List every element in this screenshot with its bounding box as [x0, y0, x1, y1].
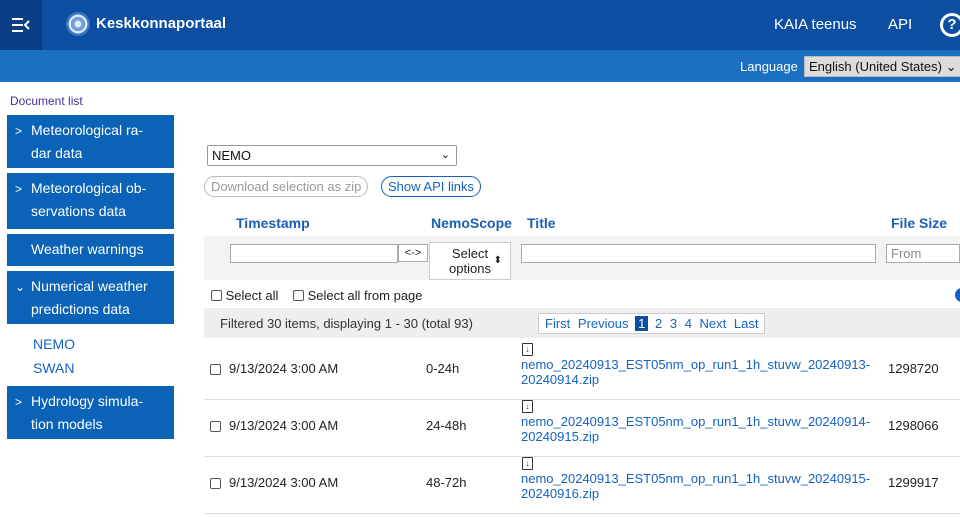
chevron-right-icon: > [15, 182, 23, 196]
select-all[interactable]: Select all [211, 288, 278, 303]
chevron-right-icon: > [15, 124, 23, 138]
file-link[interactable]: nemo_20240913_EST05nm_op_run1_1h_stuvw_2… [521, 357, 891, 387]
row-nemoscope: 48-72h [426, 475, 467, 490]
pager-first[interactable]: First [545, 316, 570, 331]
row-checkbox[interactable] [210, 421, 221, 432]
file-link-line: 20240914.zip [521, 372, 600, 387]
file-link-line: 20240916.zip [521, 486, 600, 501]
row-checkbox[interactable] [210, 364, 221, 375]
menu-collapse-button[interactable] [0, 0, 42, 50]
row-timestamp: 9/13/2024 3:00 AM [229, 361, 339, 376]
pager-next[interactable]: Next [700, 316, 727, 331]
select-page-checkbox[interactable] [293, 290, 304, 301]
language-select[interactable]: English (United States) ⌄ [804, 56, 960, 77]
file-link-line: 20240915.zip [521, 429, 600, 444]
select-page-label: Select all from page [307, 288, 423, 303]
portal-logo[interactable] [66, 12, 90, 36]
app-title[interactable]: Keskkonnaportaal [96, 15, 226, 32]
row-nemoscope: 24-48h [426, 418, 467, 433]
language-bar: Language English (United States) ⌄ [0, 50, 960, 82]
file-download-icon[interactable]: ↓ [522, 457, 533, 470]
chevron-down-icon: ⌄ [15, 280, 26, 294]
table-row: 9/13/2024 3:00 AM 24-48h ↓ nemo_20240913… [204, 400, 960, 457]
timestamp-filter-input[interactable] [230, 244, 398, 263]
row-file-size: 1298720 [888, 361, 939, 376]
sidebar-item-label: Meteorological ob- [31, 180, 147, 196]
chevron-right-icon: > [15, 395, 23, 409]
chevron-down-icon: ⌄ [440, 149, 450, 161]
show-api-links-button[interactable]: Show API links [381, 176, 481, 197]
table-row: 9/13/2024 3:00 AM 48-72h ↓ nemo_20240913… [204, 457, 960, 514]
model-select[interactable]: NEMO ⌄ [207, 145, 457, 166]
sidebar-item-label: Hydrology simula- [31, 393, 144, 409]
pagination: First Previous 1 2 3 4 Next Last [538, 313, 766, 334]
pager-page-current[interactable]: 1 [635, 316, 649, 331]
sidebar-item-observations-data[interactable]: > Meteorological ob- servations data [7, 173, 174, 229]
column-header-timestamp[interactable]: Timestamp [236, 215, 310, 231]
row-checkbox[interactable] [210, 478, 221, 489]
sidebar-item-label: servations data [31, 203, 126, 219]
sidebar-item-label: dar data [31, 145, 83, 161]
filter-status-text: Filtered 30 items, displaying 1 - 30 (to… [220, 316, 473, 331]
file-link-line: nemo_20240913_EST05nm_op_run1_1h_stuvw_2… [521, 471, 871, 486]
menu-collapse-icon [11, 18, 30, 32]
file-download-icon[interactable]: ↓ [522, 343, 533, 356]
file-link[interactable]: nemo_20240913_EST05nm_op_run1_1h_stuvw_2… [521, 414, 891, 444]
nemoscope-options-select[interactable]: Select options ⬍ [429, 242, 511, 280]
pager-page[interactable]: 3 [670, 316, 677, 331]
file-link-line: nemo_20240913_EST05nm_op_run1_1h_stuvw_2… [521, 357, 871, 372]
column-header-nemoscope[interactable]: NemoScope [431, 215, 512, 231]
sidebar-item-weather-warnings[interactable]: Weather warnings [7, 234, 174, 266]
sidebar-subitem-nemo[interactable]: NEMO [33, 336, 75, 352]
nav-api[interactable]: API [888, 16, 912, 33]
sidebar-item-label: predictions data [31, 301, 130, 317]
row-timestamp: 9/13/2024 3:00 AM [229, 475, 339, 490]
sidebar-item-radar-data[interactable]: > Meteorological ra- dar data [7, 115, 174, 168]
row-file-size: 1298066 [888, 418, 939, 433]
help-icon[interactable]: ? [940, 13, 960, 37]
file-link[interactable]: nemo_20240913_EST05nm_op_run1_1h_stuvw_2… [521, 471, 891, 501]
top-bar: Keskkonnaportaal KAIA teenus API ? [0, 0, 960, 50]
sidebar-item-numerical-weather[interactable]: ⌄ Numerical weather predictions data [7, 271, 174, 324]
row-timestamp: 9/13/2024 3:00 AM [229, 418, 339, 433]
sidebar-item-label: Weather warnings [31, 241, 144, 257]
document-list-breadcrumb[interactable]: Document list [10, 94, 83, 108]
sidebar-item-label: Meteorological ra- [31, 122, 144, 138]
table-row: 9/13/2024 3:00 AM 0-24h ↓ nemo_20240913_… [204, 343, 960, 400]
file-download-icon[interactable]: ↓ [522, 400, 533, 413]
file-size-from-input[interactable]: From [886, 244, 960, 263]
select-all-label: Select all [225, 288, 279, 303]
row-nemoscope: 0-24h [426, 361, 460, 376]
range-toggle-button[interactable]: <-> [398, 244, 428, 262]
row-file-size: 1299917 [888, 475, 939, 490]
pager-page[interactable]: 2 [655, 316, 662, 331]
download-zip-button[interactable]: Download selection as zip [204, 176, 369, 197]
sidebar-item-hydrology[interactable]: > Hydrology simula- tion models [7, 386, 174, 439]
pager-last[interactable]: Last [734, 316, 759, 331]
sidebar-subitem-swan[interactable]: SWAN [33, 360, 74, 376]
file-link-line: nemo_20240913_EST05nm_op_run1_1h_stuvw_2… [521, 414, 871, 429]
language-label: Language [740, 59, 798, 74]
nav-kaia-teenus[interactable]: KAIA teenus [774, 16, 857, 33]
sidebar-item-label: Numerical weather [31, 278, 148, 294]
model-select-value: NEMO [212, 148, 251, 163]
sort-arrows-icon: ⬍ [493, 255, 502, 266]
column-header-title[interactable]: Title [527, 215, 556, 231]
pager-previous[interactable]: Previous [578, 316, 629, 331]
sidebar-item-label: tion models [31, 416, 103, 432]
title-filter-input[interactable] [521, 244, 876, 263]
column-header-file-size[interactable]: File Size [891, 215, 947, 231]
select-all-checkbox[interactable] [211, 290, 222, 301]
select-all-from-page[interactable]: Select all from page [293, 288, 423, 303]
pager-page[interactable]: 4 [685, 316, 692, 331]
info-icon[interactable] [955, 288, 960, 302]
